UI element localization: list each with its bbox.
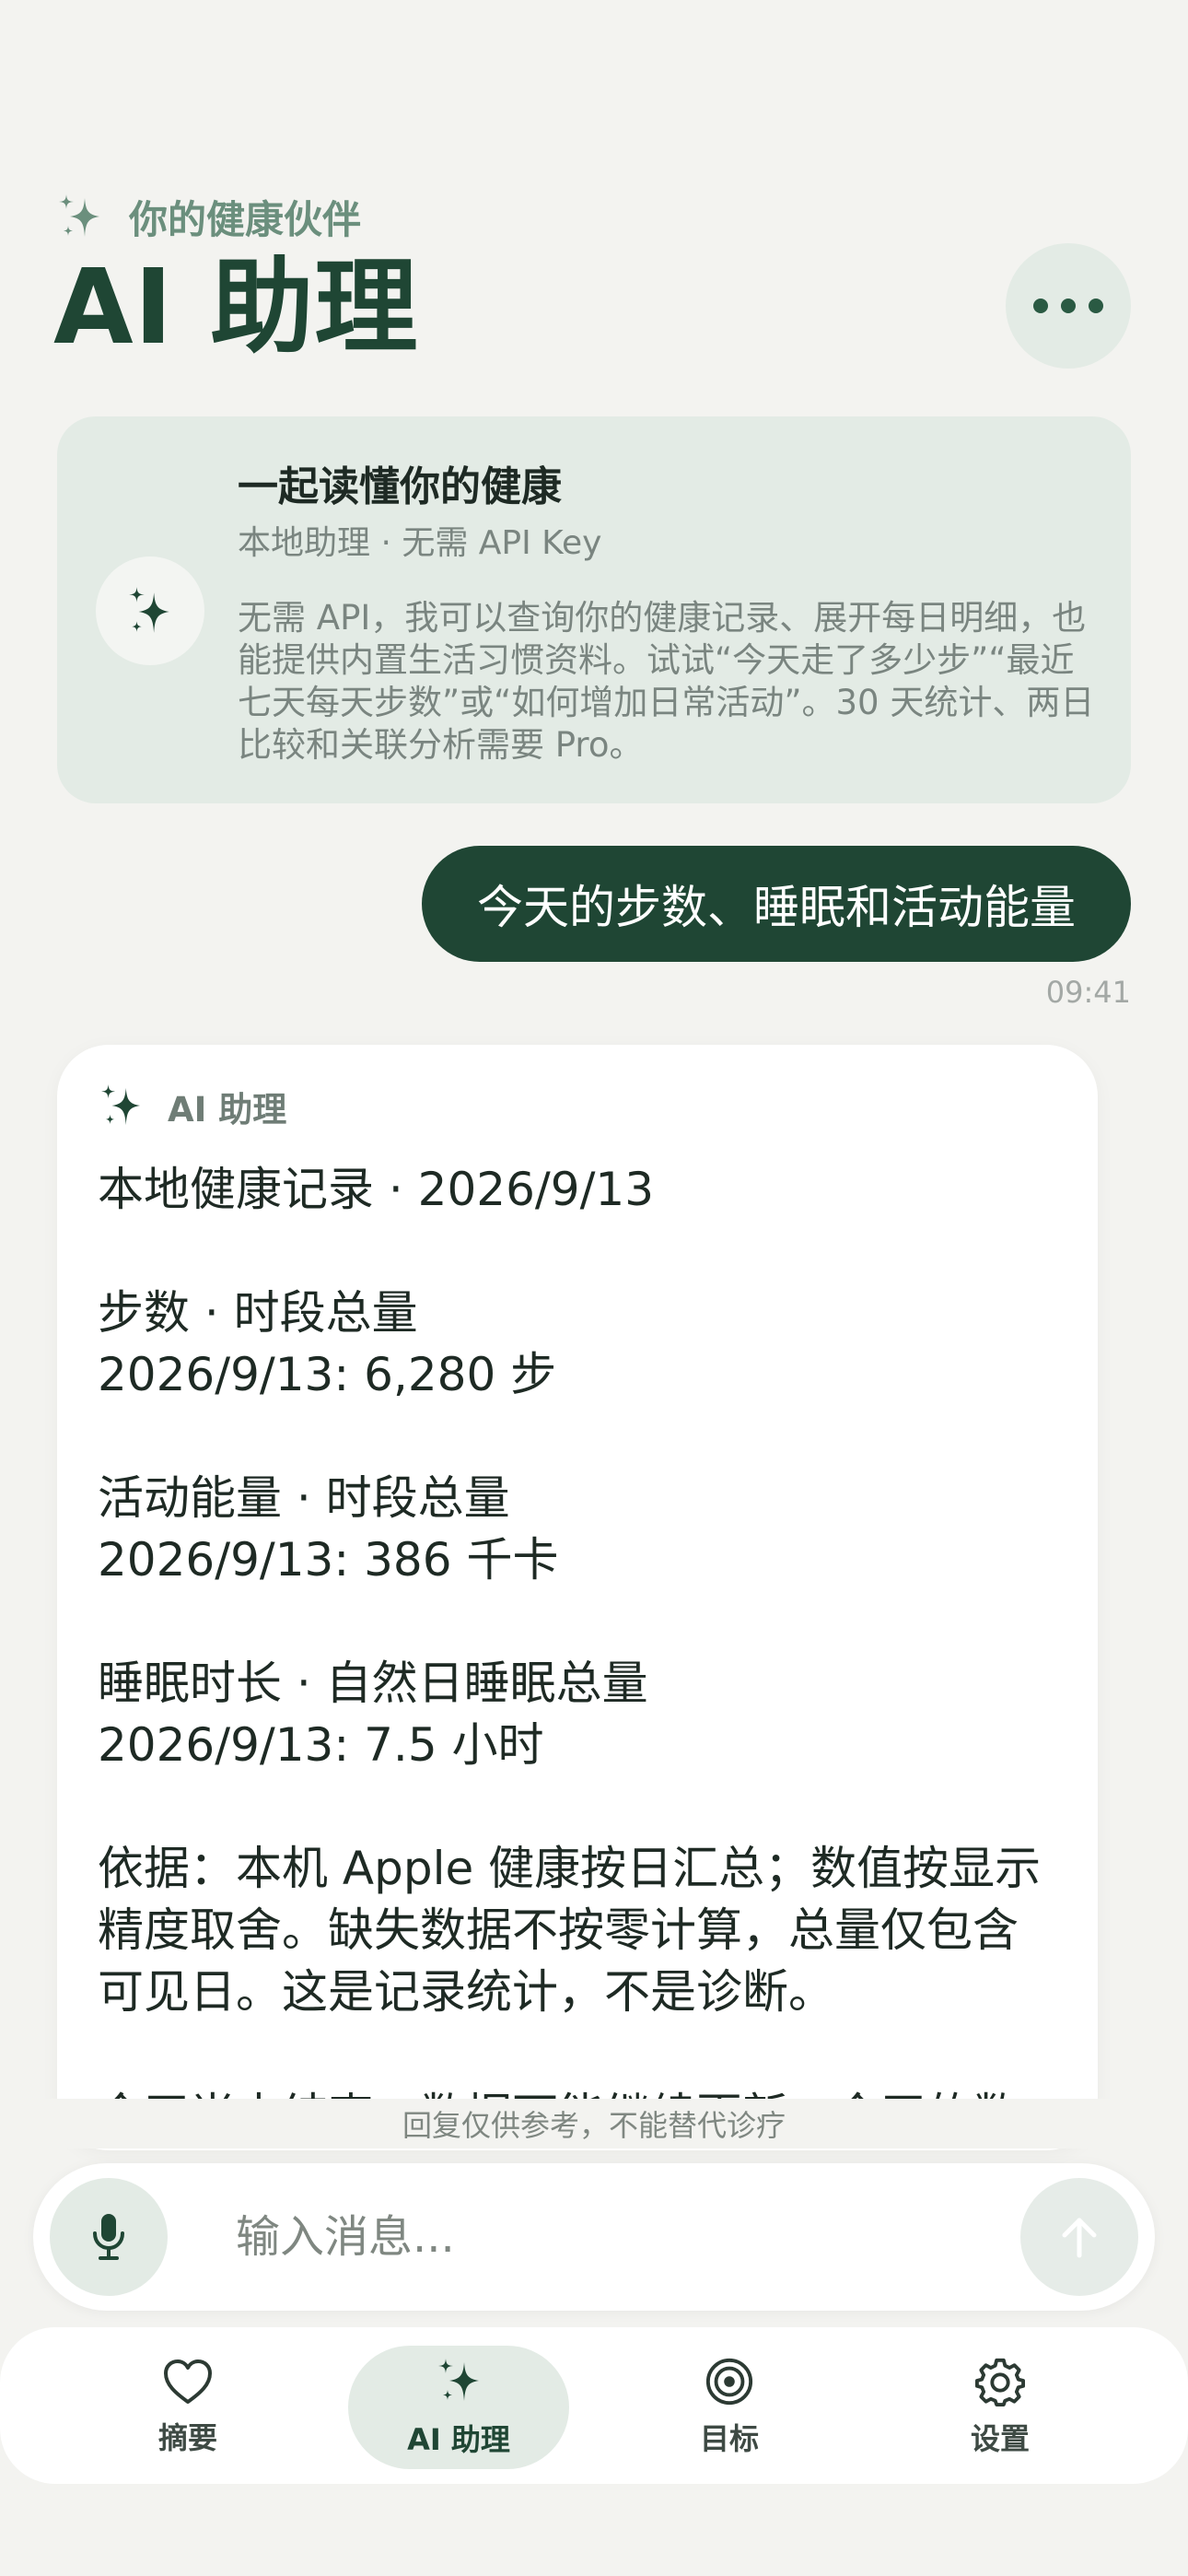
voice-input-button[interactable]: [50, 2178, 168, 2296]
tab-settings[interactable]: 设置: [890, 2346, 1111, 2469]
message-input[interactable]: [217, 2193, 1009, 2281]
page-title: AI 助理: [53, 248, 419, 368]
ai-line: 2026/9/13: 6,280 步: [98, 1348, 557, 1401]
target-icon: [705, 2358, 753, 2406]
ai-line: 步数 · 时段总量: [98, 1286, 418, 1340]
microphone-icon: [93, 2214, 124, 2260]
send-arrow-icon: [1062, 2218, 1097, 2258]
tab-label: 设置: [970, 2421, 1030, 2456]
ai-line: 活动能量 · 时段总量: [98, 1471, 510, 1525]
sparkle-icon: [438, 2359, 479, 2401]
app-screen: 你的健康伙伴 AI 助理 一起读懂你的健康 本地助理 · 无需 API Key …: [0, 0, 1188, 2576]
ai-line: 本地健康记录 · 2026/9/13: [98, 1163, 655, 1216]
tab-label: AI 助理: [407, 2422, 510, 2457]
disclaimer-text: 回复仅供参考，不能替代诊疗: [402, 2108, 786, 2143]
ai-response-card: AI 助理 本地健康记录 · 2026/9/13 步数 · 时段总量 2026/…: [57, 1045, 1098, 2150]
sparkle-icon: [100, 1084, 141, 1126]
header-subtitle-row: 你的健康伙伴: [57, 189, 361, 245]
ai-response-text: 本地健康记录 · 2026/9/13 步数 · 时段总量 2026/9/13: …: [98, 1159, 1055, 2147]
ai-line: 2026/9/13: 7.5 小时: [98, 1718, 544, 1772]
heart-icon: [164, 2359, 212, 2404]
ai-line: 依据：本机 Apple 健康按日汇总；数值按显示精度取舍。缺失数据不按零计算，总…: [98, 1842, 1042, 2019]
more-dots-icon: [1033, 299, 1048, 313]
send-button[interactable]: [1020, 2178, 1138, 2296]
intro-heading: 一起读懂你的健康: [238, 463, 562, 510]
ai-line: 睡眠时长 · 自然日睡眠总量: [98, 1657, 648, 1710]
header-subtitle: 你的健康伙伴: [129, 197, 362, 242]
tab-summary[interactable]: 摘要: [77, 2346, 298, 2469]
tab-label: 目标: [699, 2421, 759, 2456]
message-timestamp: 09:41: [1045, 975, 1131, 1010]
tab-ai-assistant[interactable]: AI 助理: [348, 2346, 569, 2469]
sparkle-icon: [59, 193, 99, 237]
more-options-button[interactable]: [1006, 243, 1131, 369]
ai-line: 2026/9/13: 386 千卡: [98, 1533, 559, 1587]
intro-description: 无需 API，我可以查询你的健康记录、展开每日明细，也能提供内置生活习惯资料。试…: [238, 598, 1095, 765]
intro-subheading: 本地助理 · 无需 API Key: [238, 524, 602, 562]
user-message-bubble: 今天的步数、睡眠和活动能量: [422, 846, 1131, 962]
intro-avatar: [96, 556, 204, 665]
sparkle-icon: [129, 587, 169, 633]
ai-response-label: AI 助理: [168, 1090, 287, 1130]
gear-icon: [975, 2358, 1025, 2406]
ai-response-header: AI 助理: [99, 1082, 286, 1131]
tab-label: 摘要: [157, 2420, 217, 2455]
tab-goals[interactable]: 目标: [619, 2346, 840, 2469]
